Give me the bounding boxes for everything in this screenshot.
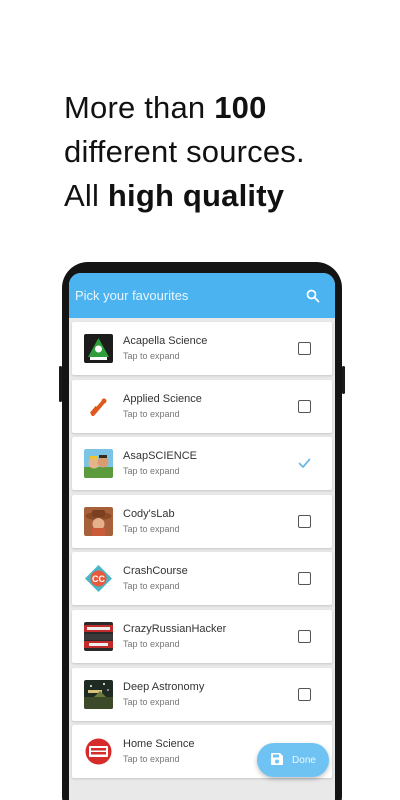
headline-line-1: More than 100 — [64, 86, 305, 130]
item-name: CrazyRussianHacker — [123, 622, 227, 635]
home-science-logo-icon — [84, 737, 113, 767]
asapscience-logo-icon — [84, 449, 113, 479]
check-icon — [298, 458, 311, 469]
svg-text:CC: CC — [92, 574, 105, 584]
item-subtitle: Tap to expand — [123, 523, 180, 534]
item-name: AsapSCIENCE — [123, 450, 197, 463]
item-subtitle: Tap to expand — [123, 696, 180, 707]
item-name: Cody'sLab — [123, 507, 175, 520]
headline-text: More than — [64, 90, 215, 125]
item-name: Applied Science — [123, 392, 202, 405]
favourite-checkbox[interactable] — [298, 572, 311, 586]
acapella-logo-icon — [84, 334, 113, 363]
list-item[interactable]: CrazyRussianHacker Tap to expand — [72, 609, 332, 663]
volume-button — [59, 366, 62, 402]
crazyrussianhacker-logo-icon — [84, 621, 113, 651]
source-list: Acapella Science Tap to expand Applied S… — [69, 318, 335, 779]
done-label: Done — [292, 754, 316, 766]
item-subtitle: Tap to expand — [123, 408, 180, 419]
promo-headline: More than 100 different sources. All hig… — [64, 86, 305, 218]
item-subtitle: Tap to expand — [123, 581, 180, 592]
app-bar: Pick your favourites — [69, 273, 335, 318]
item-subtitle: Tap to expand — [123, 466, 180, 477]
list-item[interactable]: CC CrashCourse Tap to expand — [72, 552, 332, 606]
item-name: Deep Astronomy — [123, 680, 205, 693]
headline-line-2: different sources. — [64, 134, 305, 169]
favourite-checkbox-checked[interactable] — [298, 457, 311, 470]
item-subtitle: Tap to expand — [123, 754, 180, 765]
list-item[interactable]: Deep Astronomy Tap to expand — [72, 667, 332, 721]
save-icon — [270, 752, 284, 769]
phone-screen: Pick your favourites Acapella Science Ta… — [69, 273, 335, 800]
list-item[interactable]: Cody'sLab Tap to expand — [72, 494, 332, 548]
done-button[interactable]: Done — [257, 743, 329, 777]
search-icon[interactable] — [305, 288, 321, 304]
item-subtitle: Tap to expand — [123, 351, 180, 361]
deep-astronomy-logo-icon — [84, 679, 113, 709]
list-item[interactable]: AsapSCIENCE Tap to expand — [72, 437, 332, 491]
favourite-checkbox[interactable] — [298, 342, 311, 355]
item-name: Acapella Science — [123, 335, 208, 347]
headline-line-3: All high quality — [64, 174, 305, 218]
crashcourse-logo-icon: CC — [84, 564, 113, 594]
applied-science-logo-icon — [84, 391, 113, 421]
headline-emphasis: 100 — [214, 90, 267, 125]
headline-text: All — [64, 178, 108, 213]
favourite-checkbox[interactable] — [298, 399, 311, 413]
item-name: CrashCourse — [123, 565, 188, 578]
favourite-checkbox[interactable] — [298, 687, 311, 701]
codyslab-logo-icon — [84, 506, 113, 536]
favourite-checkbox[interactable] — [298, 514, 311, 528]
headline-emphasis: high quality — [107, 178, 285, 213]
list-item[interactable]: Acapella Science Tap to expand — [72, 322, 332, 375]
favourite-checkbox[interactable] — [298, 629, 311, 643]
item-name: Home Science — [123, 738, 195, 751]
list-item[interactable]: Applied Science Tap to expand — [72, 379, 332, 433]
item-subtitle: Tap to expand — [123, 638, 180, 649]
power-button — [342, 366, 345, 394]
app-bar-title: Pick your favourites — [75, 288, 189, 303]
